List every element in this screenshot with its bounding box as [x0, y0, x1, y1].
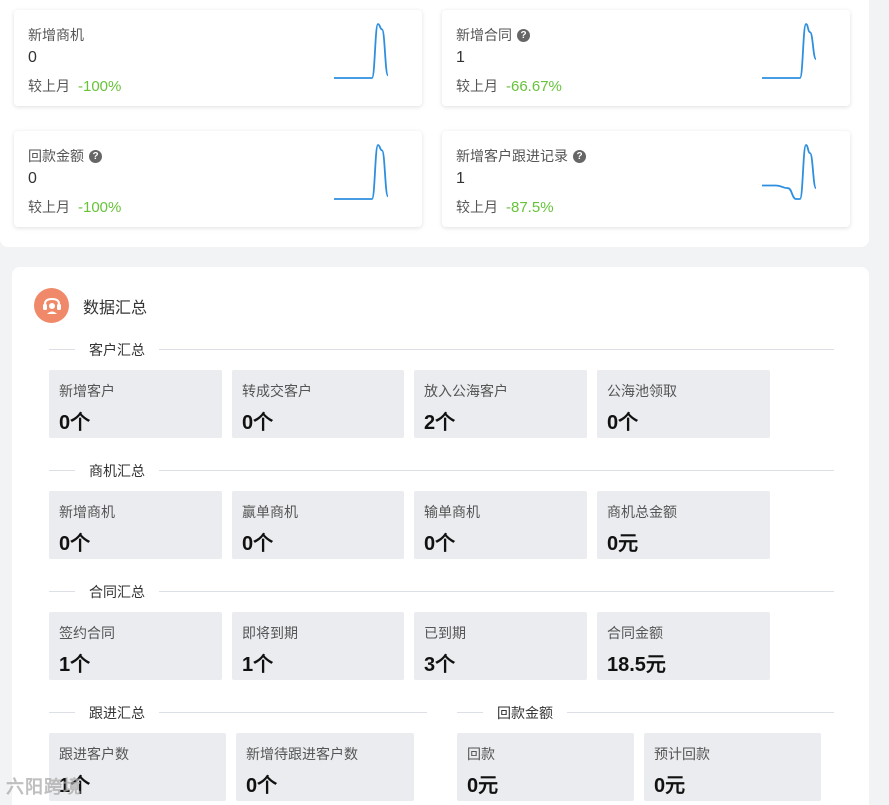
tile-label: 转成交客户: [242, 383, 312, 399]
tile-value: 0个: [607, 412, 639, 434]
tile-contract-amount[interactable]: 合同金额 18.5元: [597, 612, 770, 680]
tile-value: 0个: [242, 412, 274, 434]
tile-expected-payment[interactable]: 预计回款 0元: [644, 733, 821, 801]
stat-compare: 较上月 -100%: [28, 199, 122, 216]
divider: [49, 470, 834, 471]
stats-panel: 新增商机 0 较上月 -100% 新增合同? 1 较上月 -66.67% 回款金额?…: [0, 0, 869, 247]
group-label-contract: 合同汇总: [75, 583, 159, 601]
stat-card-payment-amount[interactable]: 回款金额? 0 较上月 -100%: [14, 131, 422, 227]
tile-value: 2个: [424, 412, 456, 434]
sparkline-path: [334, 144, 389, 200]
tile-label: 公海池领取: [607, 383, 677, 399]
help-icon[interactable]: ?: [89, 149, 102, 163]
stat-card-new-opportunity[interactable]: 新增商机 0 较上月 -100%: [14, 10, 422, 106]
tile-new-customer[interactable]: 新增客户 0个: [49, 370, 222, 438]
tile-expired-contract[interactable]: 已到期 3个: [414, 612, 587, 680]
stat-title: 回款金额?: [28, 146, 102, 166]
summary-title: 数据汇总: [83, 299, 148, 317]
data-summary-panel: 数据汇总 客户汇总 新增客户 0个 转成交客户 0个 放入公海客户 2个 公海池领取 0…: [12, 267, 869, 805]
stat-value: 0: [28, 170, 37, 187]
trend-sparkline: [334, 23, 389, 79]
tile-converted-customer[interactable]: 转成交客户 0个: [232, 370, 404, 438]
group-label-payment: 回款金额: [483, 704, 567, 722]
tile-public-pool-claim[interactable]: 公海池领取 0个: [597, 370, 770, 438]
stat-title: 新增客户跟进记录?: [456, 146, 586, 166]
tile-label: 新增待跟进客户数: [246, 746, 358, 762]
stat-title: 新增合同?: [456, 25, 530, 45]
tile-label: 赢单商机: [242, 504, 298, 520]
tile-value: 1个: [59, 654, 91, 676]
watermark: 六阳跨境: [6, 777, 82, 797]
stat-value: 1: [456, 49, 465, 66]
tile-label: 商机总金额: [607, 504, 677, 520]
tile-value: 0元: [467, 775, 499, 797]
trend-sparkline: [762, 144, 817, 200]
tile-value: 0个: [246, 775, 278, 797]
tile-won-opportunity[interactable]: 赢单商机 0个: [232, 491, 404, 559]
tile-value: 0个: [242, 533, 274, 555]
stat-change: -87.5%: [506, 199, 554, 216]
tile-label: 预计回款: [654, 746, 710, 762]
tile-value: 1个: [242, 654, 274, 676]
tile-lost-opportunity[interactable]: 输单商机 0个: [414, 491, 587, 559]
tile-label: 合同金额: [607, 625, 663, 641]
tile-value: 0个: [59, 412, 91, 434]
group-label-followup: 跟进汇总: [75, 704, 159, 722]
stat-value: 0: [28, 49, 37, 66]
trend-sparkline: [762, 23, 817, 79]
stat-value: 1: [456, 170, 465, 187]
tile-label: 跟进客户数: [59, 746, 129, 762]
tile-value: 0元: [654, 775, 686, 797]
sparkline-path: [334, 23, 389, 79]
tile-value: 0个: [59, 533, 91, 555]
stat-change: -100%: [78, 199, 122, 216]
tile-payment[interactable]: 回款 0元: [457, 733, 634, 801]
stat-compare: 较上月 -87.5%: [456, 199, 554, 216]
stat-card-new-contract[interactable]: 新增合同? 1 较上月 -66.67%: [442, 10, 850, 106]
tile-label: 新增商机: [59, 504, 115, 520]
summary-header: 数据汇总: [34, 288, 147, 323]
stat-compare: 较上月 -66.67%: [456, 78, 562, 95]
tile-opportunity-amount[interactable]: 商机总金额 0元: [597, 491, 770, 559]
tile-label: 放入公海客户: [424, 383, 508, 399]
tile-public-pool-put[interactable]: 放入公海客户 2个: [414, 370, 587, 438]
trend-sparkline: [334, 144, 389, 200]
tile-expiring-contract[interactable]: 即将到期 1个: [232, 612, 404, 680]
stat-title: 新增商机: [28, 27, 84, 43]
stat-change: -66.67%: [506, 78, 562, 95]
tile-label: 已到期: [424, 625, 466, 641]
divider: [49, 591, 834, 592]
tile-pending-followup[interactable]: 新增待跟进客户数 0个: [236, 733, 414, 801]
tile-value: 18.5元: [607, 654, 666, 676]
group-label-opportunity: 商机汇总: [75, 462, 159, 480]
summary-avatar-icon: [34, 288, 69, 323]
help-icon[interactable]: ?: [573, 149, 586, 163]
stat-change: -100%: [78, 78, 122, 95]
divider: [49, 349, 834, 350]
tile-value: 3个: [424, 654, 456, 676]
group-label-customer: 客户汇总: [75, 341, 159, 359]
tile-new-opportunity[interactable]: 新增商机 0个: [49, 491, 222, 559]
tile-label: 新增客户: [59, 383, 115, 399]
tile-label: 输单商机: [424, 504, 480, 520]
tile-value: 0个: [424, 533, 456, 555]
tile-label: 签约合同: [59, 625, 115, 641]
tile-label: 即将到期: [242, 625, 298, 641]
help-icon[interactable]: ?: [517, 28, 530, 42]
tile-signed-contract[interactable]: 签约合同 1个: [49, 612, 222, 680]
tile-label: 回款: [467, 746, 495, 762]
sparkline-path: [762, 144, 817, 200]
sparkline-path: [762, 23, 817, 79]
stat-card-new-followup[interactable]: 新增客户跟进记录? 1 较上月 -87.5%: [442, 131, 850, 227]
stat-compare: 较上月 -100%: [28, 78, 122, 95]
tile-value: 0元: [607, 533, 639, 555]
